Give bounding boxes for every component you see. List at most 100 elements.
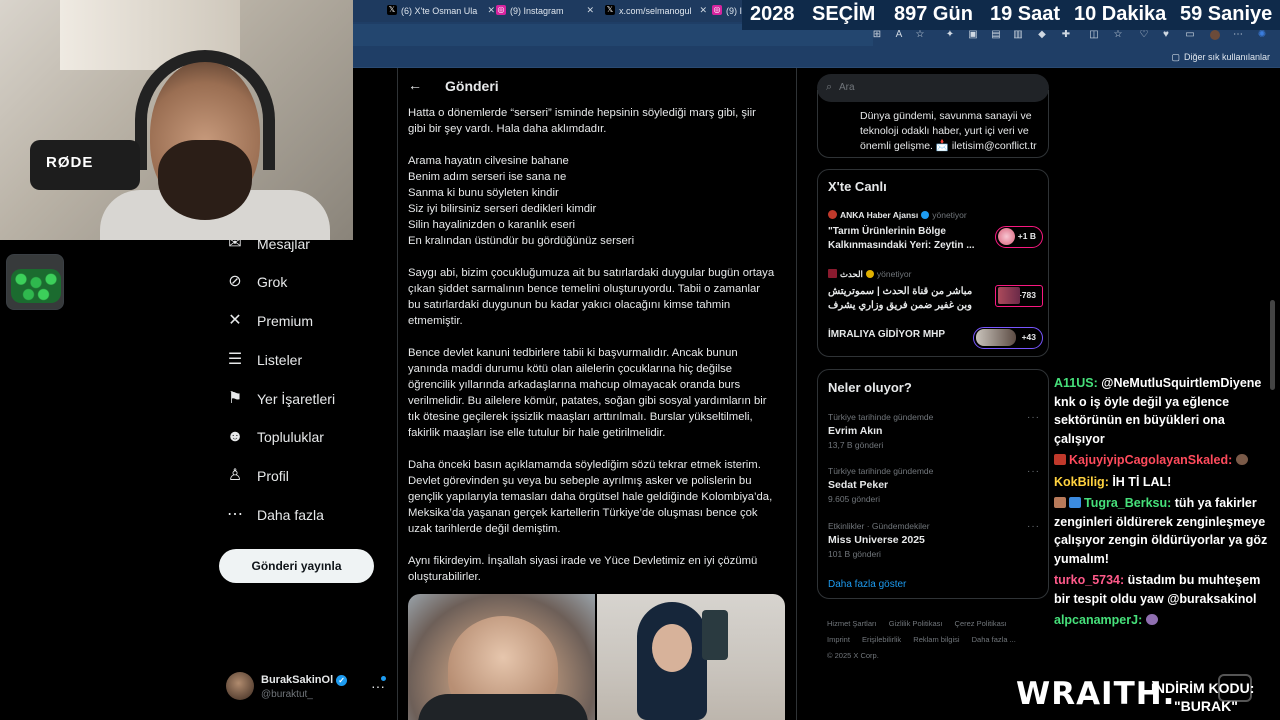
countdown-hours: 19 Saat bbox=[990, 3, 1061, 25]
text-line: Daha önceki basın açıklamamda söylediğim… bbox=[408, 459, 761, 471]
live-thumbnail bbox=[998, 287, 1020, 304]
trend-item[interactable]: Etkinlikler · Gündemdekiler Miss Univers… bbox=[828, 521, 1040, 559]
account-name: BurakSakinOl ✓ bbox=[261, 674, 348, 686]
post-paragraph: Daha önceki basın açıklamamda söylediğim… bbox=[408, 457, 788, 537]
verified-gold-badge-icon bbox=[865, 270, 874, 278]
text-line: En kralından üstündür bu gördüğünüz sers… bbox=[408, 235, 635, 247]
browser-tab[interactable]: ◎ (9) Instagram ✕ bbox=[490, 0, 608, 22]
chat-message: Tugra_Berksu: tüh ya fakirler zenginleri… bbox=[1054, 494, 1274, 568]
communities-icon: ☻ bbox=[226, 428, 244, 445]
trend-name: Evrim Akın bbox=[828, 425, 883, 437]
live-thumbnail bbox=[976, 329, 1016, 346]
nav-item-lists[interactable]: ☰ Listeler bbox=[226, 347, 302, 373]
text-line: Meksika’da yaşanan gerçek kartellerin Tü… bbox=[408, 507, 758, 519]
nav-label: Premium bbox=[257, 313, 314, 329]
discount-code-label: İNDİRİM KODU: bbox=[1151, 680, 1255, 696]
trend-item[interactable]: Türkiye tarihinde gündemde Sedat Peker 9… bbox=[828, 466, 1040, 504]
text-line: Siz iyi bilirsiniz serseri dedikleri kim… bbox=[408, 203, 597, 215]
profile-icon: ♙ bbox=[227, 467, 243, 484]
other-bookmarks-folder[interactable]: ▢ Diğer sık kullanılanlar bbox=[1171, 52, 1270, 63]
nav-item-communities[interactable]: ☻ Topluluklar bbox=[226, 424, 324, 450]
discount-code: "BURAK" bbox=[1174, 698, 1238, 714]
profile-avatar-icon[interactable] bbox=[1210, 30, 1220, 40]
extension-icon[interactable]: ▤ bbox=[991, 30, 1001, 40]
trend-more-icon[interactable]: ··· bbox=[1027, 466, 1040, 477]
trend-more-icon[interactable]: ··· bbox=[1027, 521, 1040, 532]
nav-item-profile[interactable]: ♙ Profil bbox=[226, 463, 289, 489]
footer-link[interactable]: Gizlilik Politikası bbox=[889, 619, 943, 628]
post-media-grid[interactable] bbox=[408, 594, 785, 720]
trend-count: 101 B gönderi bbox=[828, 549, 881, 559]
text-line: Sanma ki bunu söyleten kindir bbox=[408, 187, 559, 199]
collections-icon[interactable]: ♡ bbox=[1139, 30, 1149, 40]
instagram-icon: ◎ bbox=[712, 5, 722, 15]
bookmark-icon: ⚑ bbox=[227, 390, 243, 407]
nav-item-more[interactable]: ⋯ Daha fazla bbox=[226, 502, 324, 528]
back-arrow-icon[interactable]: ← bbox=[408, 77, 422, 93]
read-aloud-icon[interactable]: A bbox=[894, 30, 904, 40]
post-paragraph: Aynı fikirdeyim. İnşallah siyasi irade v… bbox=[408, 553, 788, 585]
other-bookmarks-label: Diğer sık kullanılanlar bbox=[1183, 52, 1270, 62]
browser-tab[interactable]: 𝕏 x.com/selmanogul ✕ bbox=[599, 0, 711, 22]
close-tab-icon[interactable]: ✕ bbox=[586, 5, 594, 16]
extension-icon[interactable]: ✦ bbox=[945, 30, 955, 40]
trend-more-icon[interactable]: ··· bbox=[1027, 412, 1040, 423]
countdown-year: 2028 bbox=[750, 3, 795, 25]
live-viewer-badge: +1 B bbox=[995, 226, 1043, 248]
chat-message: alpcanamperJ: bbox=[1054, 611, 1274, 630]
x-premium-icon: ✕ bbox=[228, 312, 242, 329]
footer-link[interactable]: Hizmet Şartları bbox=[827, 619, 877, 628]
extension-icon[interactable]: ◆ bbox=[1037, 30, 1047, 40]
browser-tab[interactable]: ◎ (9) Ins bbox=[706, 0, 746, 22]
menu-dots-icon[interactable]: ⋯ bbox=[1233, 30, 1243, 40]
footer-link[interactable]: Reklam bilgisi bbox=[913, 635, 959, 644]
copilot-icon[interactable]: ✺ bbox=[1257, 30, 1267, 40]
footer-link[interactable]: Imprint bbox=[827, 635, 850, 644]
chat-username: alpcanamperJ: bbox=[1054, 613, 1143, 627]
notification-dot bbox=[381, 676, 386, 681]
performance-icon[interactable]: ♥ bbox=[1161, 30, 1171, 40]
verified-badge-icon: ✓ bbox=[336, 675, 348, 686]
text-line: Silin hayalinizden o karanlık eseri bbox=[408, 219, 576, 231]
browser-tab[interactable]: 𝕏 (6) X'te Osman Ula ✕ bbox=[381, 0, 499, 22]
post-button[interactable]: Gönderi yayınla bbox=[219, 549, 374, 583]
text-line: Aynı fikirdeyim. İnşallah siyasi irade v… bbox=[408, 555, 758, 567]
streamer-webcam: RØDE bbox=[0, 0, 353, 240]
apps-icon[interactable]: ⊞ bbox=[872, 30, 882, 40]
favorite-star-icon[interactable]: ☆ bbox=[915, 30, 925, 40]
extension-icon[interactable]: ▥ bbox=[1013, 30, 1023, 40]
text-line: gibi bir şey vardı. Hala daha aklımdadır… bbox=[408, 123, 607, 135]
post-image-woman[interactable] bbox=[597, 594, 785, 720]
trend-context: Türkiye tarihinde gündemde bbox=[828, 466, 934, 476]
chat-message: A11US: @NeMutluSquirtlemDiyene knk o iş … bbox=[1054, 374, 1274, 448]
account-switcher[interactable]: BurakSakinOl ✓ @buraktut_ ··· bbox=[226, 672, 396, 702]
instagram-icon: ◎ bbox=[496, 5, 506, 15]
chat-message: turko_5734: üstadım bu muhteşem bir tesp… bbox=[1054, 571, 1274, 608]
live-title: "Tarım Ürünlerinin Bölge Kalkınmasındaki… bbox=[828, 226, 975, 251]
downloads-icon[interactable]: ▭ bbox=[1185, 30, 1195, 40]
extensions-puzzle-icon[interactable]: ✚ bbox=[1061, 30, 1071, 40]
chat-username: A11US: bbox=[1054, 376, 1098, 390]
split-screen-icon[interactable]: ◫ bbox=[1089, 30, 1099, 40]
live-item[interactable]: İMRALIYA GİDİYOR MHP +43 bbox=[828, 327, 1043, 349]
post-image-man[interactable] bbox=[408, 594, 595, 720]
tab-label: (6) X'te Osman Ula bbox=[401, 6, 478, 16]
footer-link[interactable]: Erişilebilirlik bbox=[862, 635, 901, 644]
footer-link[interactable]: Çerez Politikası bbox=[955, 619, 1007, 628]
live-source: ANKA Haber Ajansı yönetiyor bbox=[828, 210, 1043, 220]
favorites-icon[interactable]: ☆ bbox=[1113, 30, 1123, 40]
nav-item-bookmarks[interactable]: ⚑ Yer İşaretleri bbox=[226, 386, 335, 412]
trend-item[interactable]: Türkiye tarihinde gündemde Evrim Akın 13… bbox=[828, 412, 1040, 450]
account-handle: @buraktut_ bbox=[261, 689, 313, 700]
footer-link[interactable]: Daha fazla ... bbox=[972, 635, 1016, 644]
live-item[interactable]: الحدث yönetiyor مباشر من قناة الحدث | سمو… bbox=[828, 269, 1043, 313]
nav-label: Listeler bbox=[257, 352, 303, 368]
nav-item-grok[interactable]: ⊘ Grok bbox=[226, 269, 287, 295]
show-more-link[interactable]: Daha fazla göster bbox=[828, 579, 906, 590]
account-display-name: BurakSakinOl bbox=[261, 674, 334, 686]
countdown-label: SEÇİM bbox=[812, 3, 876, 25]
nav-item-premium[interactable]: ✕ Premium bbox=[226, 308, 313, 334]
live-item[interactable]: ANKA Haber Ajansı yönetiyor "Tarım Ürünle… bbox=[828, 210, 1043, 253]
text-line: oluşturabilirler. bbox=[408, 571, 481, 583]
extension-icon[interactable]: ▣ bbox=[968, 30, 978, 40]
